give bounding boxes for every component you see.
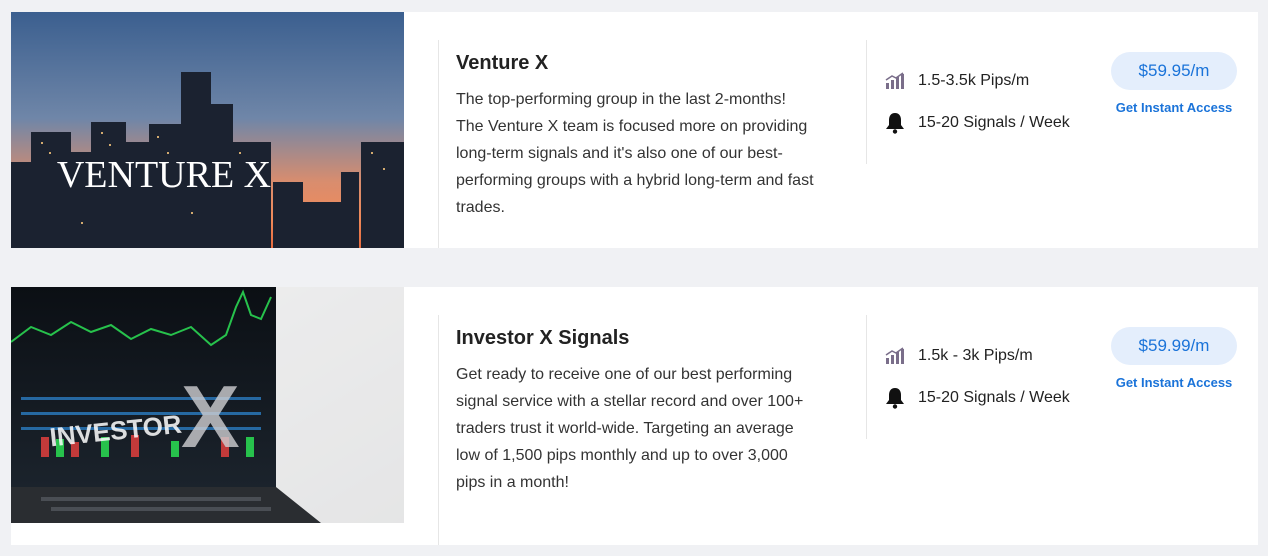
venture-x-image[interactable]: VENTURE X [11,12,404,248]
feature-text: 1.5k - 3k Pips/m [918,347,1033,364]
price-button[interactable]: $59.99/m [1111,327,1237,365]
signal-card-venture-x: VENTURE X Venture X The top-performing g… [11,12,1258,248]
price-button[interactable]: $59.95/m [1111,52,1237,90]
pricing: $59.99/m Get Instant Access [1111,327,1237,390]
get-instant-access-link[interactable]: Get Instant Access [1111,375,1237,390]
feature-text: 15-20 Signals / Week [918,114,1070,131]
get-instant-access-link[interactable]: Get Instant Access [1111,100,1237,115]
feature-signals: 15-20 Signals / Week [884,385,1114,411]
feature-signals: 15-20 Signals / Week [884,110,1114,136]
card-divider [438,40,439,248]
bell-icon [884,112,906,134]
card-description: Get ready to receive one of our best per… [456,366,804,491]
card-title[interactable]: Venture X [456,51,816,75]
chart-bars-icon [884,345,906,367]
pricing: $59.95/m Get Instant Access [1111,52,1237,115]
feature-text: 1.5-3.5k Pips/m [918,72,1030,89]
city-skyline-illustration: VENTURE X [11,12,404,248]
feature-pips: 1.5k - 3k Pips/m [884,343,1114,369]
signal-card-investor-x: INVESTOR X Investor X Signals Get ready … [11,287,1258,545]
laptop-chart-illustration: INVESTOR X [11,287,404,523]
bell-icon [884,387,906,409]
card-title[interactable]: Investor X Signals [456,326,816,350]
card-description: The top-performing group in the last 2-m… [456,91,814,216]
card-content: Investor X Signals Get ready to receive … [456,326,816,496]
card-divider [866,315,867,439]
investor-image-caption-right: X [181,367,240,466]
feature-list: 1.5-3.5k Pips/m 15-20 Signals / Week [884,68,1114,152]
card-divider [866,40,867,164]
card-content: Venture X The top-performing group in th… [456,51,816,221]
venture-x-image-caption: VENTURE X [57,154,271,196]
investor-x-image[interactable]: INVESTOR X [11,287,404,523]
feature-text: 15-20 Signals / Week [918,389,1070,406]
card-divider [438,315,439,545]
feature-pips: 1.5-3.5k Pips/m [884,68,1114,94]
chart-bars-icon [884,70,906,92]
feature-list: 1.5k - 3k Pips/m 15-20 Signals / Week [884,343,1114,427]
